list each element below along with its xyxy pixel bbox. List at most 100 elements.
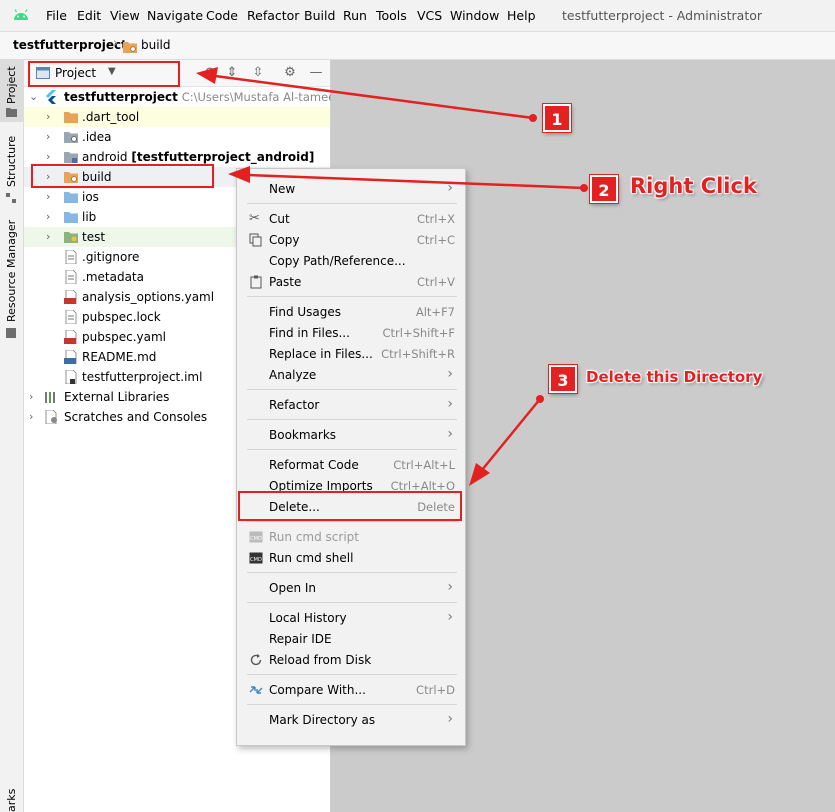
tree-item-label: .idea <box>82 130 112 144</box>
step-3-callout: Delete this Directory <box>586 368 763 386</box>
menu-separator <box>247 521 457 522</box>
chevron-right-icon[interactable]: › <box>46 130 56 143</box>
menu-item-reload-from-disk[interactable]: Reload from Disk <box>237 650 465 670</box>
menu-item-repair-ide[interactable]: Repair IDE <box>237 629 465 649</box>
menu-refactor[interactable]: Refactor <box>247 8 299 23</box>
build-folder-icon <box>123 42 137 53</box>
menu-separator <box>247 296 457 297</box>
tree-item-label: README.md <box>82 350 157 364</box>
menu-code[interactable]: Code <box>206 8 238 23</box>
menu-item-local-history[interactable]: Local History › <box>237 608 465 628</box>
menu-item-bookmarks[interactable]: Bookmarks › <box>237 425 465 445</box>
chevron-right-icon: › <box>447 180 453 196</box>
folder-blue-icon <box>64 212 78 223</box>
menu-item-copy[interactable]: Copy Ctrl+C <box>237 230 465 250</box>
menu-window[interactable]: Window <box>450 8 499 23</box>
step-2-badge: 2 <box>590 175 618 203</box>
tree-item-label: android <box>82 150 128 164</box>
tree-root[interactable]: ⌄ testfutterproject C:\Users\Mustafa Al-… <box>24 87 354 107</box>
menu-item-find-usages[interactable]: Find Usages Alt+F7 <box>237 302 465 322</box>
iml-file-icon <box>65 370 77 384</box>
tree-item-idea[interactable]: › .idea <box>24 127 330 147</box>
menu-help[interactable]: Help <box>507 8 536 23</box>
menu-build[interactable]: Build <box>304 8 335 23</box>
menu-item-analyze[interactable]: Analyze › <box>237 365 465 385</box>
menu-tools[interactable]: Tools <box>376 8 407 23</box>
chevron-right-icon[interactable]: › <box>46 190 56 203</box>
menu-separator <box>247 449 457 450</box>
paste-icon <box>250 275 262 289</box>
project-tool-tab[interactable]: Project <box>5 66 18 104</box>
chevron-right-icon[interactable]: › <box>29 390 39 403</box>
menu-file[interactable]: File <box>46 8 67 23</box>
left-tool-strip: Project Structure Resource Manager arks <box>0 60 24 812</box>
android-logo-icon <box>14 9 28 20</box>
breadcrumb-project[interactable]: testfutterproject <box>13 38 127 52</box>
highlight-box-delete <box>238 491 462 521</box>
bookmarks-tool-tab[interactable]: arks <box>5 789 18 812</box>
menu-item-compare-with[interactable]: Compare With... Ctrl+D <box>237 680 465 700</box>
tree-item-dart-tool[interactable]: › .dart_tool <box>24 107 330 127</box>
window-title: testfutterproject - Administrator <box>562 8 763 23</box>
menu-edit[interactable]: Edit <box>77 8 101 23</box>
menu-separator <box>247 419 457 420</box>
chevron-right-icon: › <box>447 579 453 595</box>
menu-item-reformat-code[interactable]: Reformat Code Ctrl+Alt+L <box>237 455 465 475</box>
menu-item-paste[interactable]: Paste Ctrl+V <box>237 272 465 292</box>
chevron-right-icon[interactable]: › <box>29 410 39 423</box>
project-name: testfutterproject <box>64 90 178 104</box>
resource-manager-tool-tab[interactable]: Resource Manager <box>5 220 18 322</box>
menu-item-run-cmd-script[interactable]: CMD Run cmd script <box>237 527 465 547</box>
file-icon <box>65 310 77 324</box>
menu-item-cut[interactable]: ✂ Cut Ctrl+X <box>237 209 465 229</box>
md-file-icon <box>64 350 77 364</box>
locate-file-icon[interactable]: ⊕ <box>200 63 220 83</box>
tree-item-label: analysis_options.yaml <box>82 290 215 304</box>
flutter-icon <box>46 90 56 104</box>
expand-all-icon[interactable]: ⇕ <box>222 63 242 83</box>
file-icon <box>65 250 77 264</box>
folder-gear-icon <box>64 132 78 143</box>
minimize-icon[interactable]: — <box>306 63 326 83</box>
gear-icon[interactable]: ⚙ <box>280 63 300 83</box>
highlight-box-project-selector <box>28 61 180 87</box>
menu-separator <box>247 389 457 390</box>
menu-item-find-in-files[interactable]: Find in Files... Ctrl+Shift+F <box>237 323 465 343</box>
chevron-down-icon[interactable]: ⌄ <box>29 90 39 103</box>
structure-tool-tab[interactable]: Structure <box>5 136 18 187</box>
svg-text:CMD: CMD <box>250 536 262 542</box>
resource-manager-icon <box>6 328 16 338</box>
menu-item-open-in[interactable]: Open In › <box>237 578 465 598</box>
tree-item-label: pubspec.lock <box>82 310 161 324</box>
chevron-right-icon[interactable]: › <box>46 230 56 243</box>
menu-separator <box>247 602 457 603</box>
menu-item-refactor[interactable]: Refactor › <box>237 395 465 415</box>
menu-item-run-cmd-shell[interactable]: CMD Run cmd shell <box>237 548 465 568</box>
breadcrumb: testfutterproject › build <box>0 32 835 60</box>
yaml-file-icon <box>64 290 77 304</box>
tree-item-label: External Libraries <box>64 390 170 404</box>
menu-item-mark-directory-as[interactable]: Mark Directory as › <box>237 710 465 730</box>
menu-view[interactable]: View <box>110 8 140 23</box>
chevron-right-icon[interactable]: › <box>46 150 56 163</box>
menu-run[interactable]: Run <box>343 8 367 23</box>
menu-item-new[interactable]: New › <box>237 179 465 199</box>
menu-separator <box>247 704 457 705</box>
menu-separator <box>247 203 457 204</box>
tree-item-label: test <box>82 230 106 244</box>
tree-item-label: ios <box>82 190 99 204</box>
chevron-right-icon: › <box>447 426 453 442</box>
collapse-all-icon[interactable]: ⇳ <box>248 63 268 83</box>
menu-item-copy-path[interactable]: Copy Path/Reference... <box>237 251 465 271</box>
chevron-right-icon[interactable]: › <box>46 210 56 223</box>
menu-item-replace-in-files[interactable]: Replace in Files... Ctrl+Shift+R <box>237 344 465 364</box>
breadcrumb-build[interactable]: build <box>141 38 171 52</box>
menu-navigate[interactable]: Navigate <box>147 8 203 23</box>
tree-item-label: pubspec.yaml <box>82 330 166 344</box>
menu-vcs[interactable]: VCS <box>417 8 442 23</box>
chevron-right-icon: › <box>447 609 453 625</box>
menu-bar: File Edit View Navigate Code Refactor Bu… <box>0 0 835 32</box>
chevron-right-icon[interactable]: › <box>46 110 56 123</box>
tree-item-label: Scratches and Consoles <box>64 410 208 424</box>
chevron-right-icon: › <box>447 396 453 412</box>
